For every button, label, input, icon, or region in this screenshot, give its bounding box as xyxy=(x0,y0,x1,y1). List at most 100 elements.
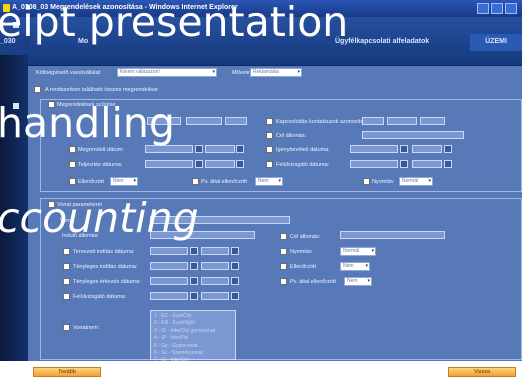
completion-date-from[interactable] xyxy=(145,160,193,168)
operation-select[interactable]: Reklamálás xyxy=(250,68,302,77)
actual-arrival-from[interactable] xyxy=(150,277,188,285)
contact-id-field[interactable] xyxy=(420,117,445,125)
back-button[interactable]: Vissza xyxy=(448,367,516,377)
all-orders-label: A rendszerben található összes megrendel… xyxy=(45,87,158,93)
contact-id-label: Kapcsolódás kontaktusok azonosító: xyxy=(276,119,366,125)
gauge-2-checkbox[interactable] xyxy=(280,248,287,255)
contact-id-field[interactable] xyxy=(362,117,384,125)
tab-customer-tasks[interactable]: Ügyfélkapcsolati alfeladatok xyxy=(335,34,460,51)
overlay-text-line-3: ccounting xyxy=(0,194,199,242)
calendar-icon[interactable] xyxy=(190,292,198,300)
contact-id-field[interactable] xyxy=(387,117,417,125)
checked-2-label: Ellenőrzött xyxy=(290,264,316,270)
close-button[interactable] xyxy=(505,3,517,14)
actual-start-label: Tényleges indítás dátuma: xyxy=(73,264,138,270)
calendar-icon[interactable] xyxy=(195,145,203,153)
use-date-checkbox[interactable] xyxy=(266,146,273,153)
maximize-button[interactable] xyxy=(491,3,503,14)
gauge-2-select[interactable]: Normál xyxy=(340,247,376,256)
completion-date-label: Teljesítés dátuma: xyxy=(78,162,123,168)
use-date-to[interactable] xyxy=(412,145,442,153)
planned-start-from[interactable] xyxy=(150,247,188,255)
actual-start-to[interactable] xyxy=(201,262,229,270)
review-date-label: Felülvizsgáló dátuma: xyxy=(276,162,330,168)
calendar-icon[interactable] xyxy=(195,160,203,168)
calendar-icon[interactable] xyxy=(190,277,198,285)
listbox-option[interactable]: 1 - EC - EuroCity xyxy=(154,313,232,320)
listbox-option[interactable]: 2 - EN - EuroNight xyxy=(154,320,232,327)
operation-label: Művelet xyxy=(232,70,252,76)
actual-arrival-checkbox[interactable] xyxy=(63,278,70,285)
review-date-2-label: Felülvizsgáló dátuma: xyxy=(73,294,127,300)
window-controls xyxy=(475,3,519,14)
calendar-icon[interactable] xyxy=(231,247,239,255)
calendar-icon[interactable] xyxy=(231,292,239,300)
pv-checked-checkbox[interactable] xyxy=(192,178,199,185)
overlay-text-line-2: handling xyxy=(0,99,175,147)
calendar-icon[interactable] xyxy=(231,262,239,270)
target-station-checkbox[interactable] xyxy=(266,132,273,139)
calendar-icon[interactable] xyxy=(190,262,198,270)
gauge-label: Nyomtáv xyxy=(372,179,394,185)
checked-2-select[interactable]: Nem xyxy=(340,262,370,271)
calendar-icon[interactable] xyxy=(236,145,244,153)
target-station-2-label: Cél állomás: xyxy=(290,234,321,240)
listbox-option[interactable]: 4 - IP - InterPici xyxy=(154,335,232,342)
review-date-2-to[interactable] xyxy=(201,292,229,300)
calendar-icon[interactable] xyxy=(444,145,452,153)
actual-start-from[interactable] xyxy=(150,262,188,270)
pv-checked-select[interactable]: Nem xyxy=(255,177,283,186)
checked-2-checkbox[interactable] xyxy=(280,263,287,270)
planned-start-checkbox[interactable] xyxy=(63,248,70,255)
ordered-date-checkbox[interactable] xyxy=(69,146,76,153)
pv-checked-2-label: Pv. által ellenőrzött xyxy=(290,279,337,285)
pv-checked-2-select[interactable]: Nem xyxy=(344,277,372,286)
train-type-label: Vonatnem: xyxy=(73,325,100,331)
contact-checkbox[interactable] xyxy=(266,118,273,125)
calendar-icon[interactable] xyxy=(231,277,239,285)
calendar-icon[interactable] xyxy=(400,145,408,153)
calendar-icon[interactable] xyxy=(190,247,198,255)
listbox-option[interactable]: 6 - Sz - Személyvonat xyxy=(154,350,232,357)
gauge-select[interactable]: Normál xyxy=(399,177,433,186)
actual-arrival-to[interactable] xyxy=(201,277,229,285)
ordered-date-to[interactable] xyxy=(205,145,235,153)
checked-checkbox[interactable] xyxy=(69,178,76,185)
next-button[interactable]: Tovább xyxy=(33,367,101,377)
train-type-listbox[interactable]: 1 - EC - EuroCity 2 - EN - EuroNight 3 -… xyxy=(150,310,236,363)
target-station-label: Cél állomás: xyxy=(276,133,307,139)
use-date-from[interactable] xyxy=(350,145,398,153)
listbox-option[interactable]: 3 - IC - InterCity gyorsvonat xyxy=(154,328,232,335)
review-date-to[interactable] xyxy=(412,160,442,168)
payer-select[interactable]: Kérem válasszon! xyxy=(117,68,217,77)
train-type-checkbox[interactable] xyxy=(63,324,70,331)
review-date-from[interactable] xyxy=(350,160,398,168)
target-station-2-field[interactable] xyxy=(340,231,445,239)
calendar-icon[interactable] xyxy=(444,160,452,168)
calendar-icon[interactable] xyxy=(236,160,244,168)
planned-start-label: Tervezett indítás dátuma: xyxy=(73,249,135,255)
completion-date-to[interactable] xyxy=(205,160,235,168)
ordered-date-label: Megrendelt dátum: xyxy=(78,147,124,153)
calendar-icon[interactable] xyxy=(400,160,408,168)
listbox-option[interactable]: 5 - Gy - Gyorsvonat xyxy=(154,343,232,350)
filter-field[interactable] xyxy=(186,117,222,125)
all-orders-checkbox[interactable] xyxy=(34,86,41,93)
gauge-2-label: Nyomtáv xyxy=(290,249,312,255)
minimize-button[interactable] xyxy=(477,3,489,14)
review-date-2-from[interactable] xyxy=(150,292,188,300)
checked-select[interactable]: Nem xyxy=(110,177,138,186)
target-station-2-checkbox[interactable] xyxy=(280,233,287,240)
use-date-label: Igénybevételi dátuma: xyxy=(276,147,330,153)
tab-operational[interactable]: ÜZEMI xyxy=(470,34,522,51)
target-station-field[interactable] xyxy=(362,131,464,139)
gauge-checkbox[interactable] xyxy=(363,178,370,185)
completion-date-checkbox[interactable] xyxy=(69,161,76,168)
review-date-checkbox[interactable] xyxy=(266,161,273,168)
pv-checked-label: Pv. által ellenőrzött xyxy=(201,179,248,185)
review-date-2-checkbox[interactable] xyxy=(63,293,70,300)
pv-checked-2-checkbox[interactable] xyxy=(280,278,287,285)
planned-start-to[interactable] xyxy=(201,247,229,255)
filter-field[interactable] xyxy=(225,117,247,125)
actual-start-checkbox[interactable] xyxy=(63,263,70,270)
